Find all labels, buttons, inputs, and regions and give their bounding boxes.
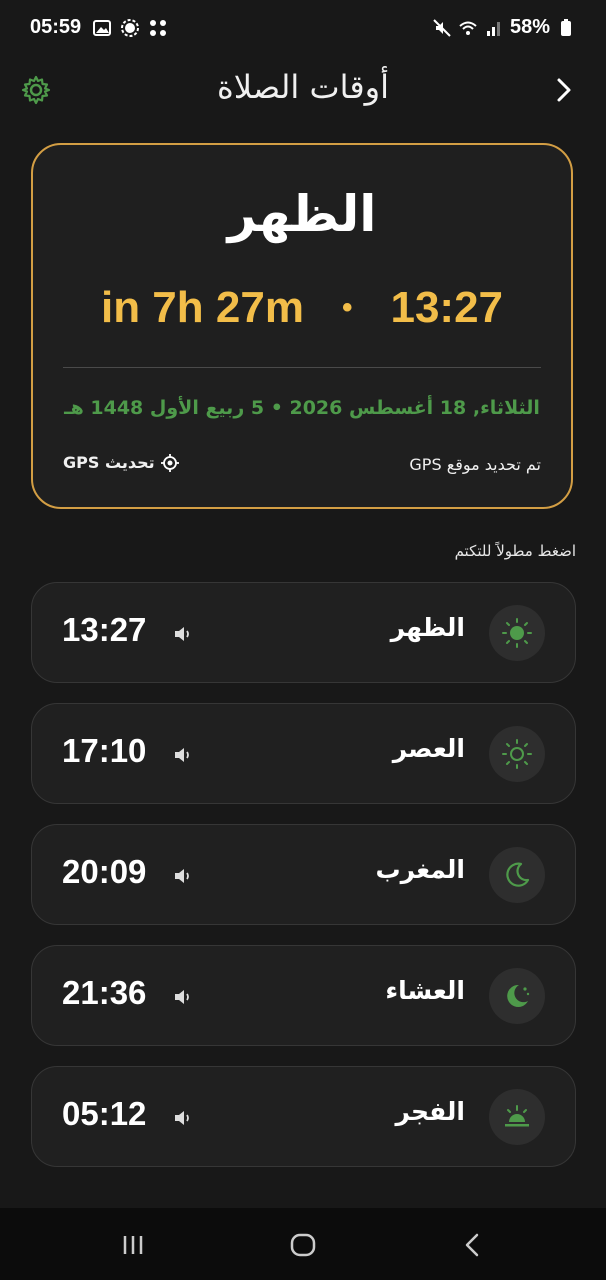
prayer-time: 13:27: [62, 611, 147, 648]
prayer-row-isha[interactable]: العشاء 21:36: [31, 945, 576, 1046]
speaker-icon[interactable]: [172, 744, 194, 766]
speaker-icon[interactable]: [172, 1107, 194, 1129]
chevron-right-icon[interactable]: [550, 76, 578, 104]
prayer-name: الظهر: [390, 613, 465, 642]
card-divider: [63, 367, 541, 368]
sun-outline-icon: [502, 739, 532, 769]
prayer-icon-badge: [489, 968, 545, 1024]
speaker-icon[interactable]: [172, 623, 194, 645]
back-nav-icon[interactable]: [458, 1230, 488, 1260]
date-line: الثلاثاء, 18 أغسطس 2026 • 5 ربيع الأول 1…: [64, 397, 540, 419]
prayer-list: الظهر 13:27 العصر 17:10 المغرب 20:09 الع…: [31, 582, 576, 1187]
page-title: أوقات الصلاة: [217, 68, 389, 106]
prayer-name: العشاء: [385, 976, 465, 1005]
prayer-time: 20:09: [62, 853, 147, 890]
prayer-icon-badge: [489, 847, 545, 903]
prayer-time: 17:10: [62, 732, 147, 769]
prayer-row-fajr[interactable]: الفجر 05:12: [31, 1066, 576, 1167]
prayer-icon-badge: [489, 726, 545, 782]
next-prayer-countdown: in 7h 27m: [100, 283, 304, 332]
moon-outline-icon: [506, 862, 530, 887]
status-bar: 05:59 58%: [0, 0, 606, 58]
app-header: أوقات الصلاة: [0, 62, 606, 118]
status-time: 05:59: [30, 16, 82, 38]
signal-icon: [486, 21, 500, 36]
prayer-time: 21:36: [62, 974, 147, 1011]
prayer-row-asr[interactable]: العصر 17:10: [31, 703, 576, 804]
next-prayer-card[interactable]: الظهر in 7h 27m • 13:27 الثلاثاء, 18 أغس…: [31, 143, 573, 509]
grid-icon: [150, 20, 166, 36]
system-nav-bar: [0, 1208, 606, 1280]
prayer-name: العصر: [392, 734, 465, 763]
separator-dot: •: [341, 291, 353, 324]
sunrise-icon: [505, 1105, 529, 1127]
status-left-icons: [92, 18, 168, 38]
moon-stars-icon: [507, 984, 530, 1007]
next-prayer-time: 13:27: [390, 283, 504, 332]
prayer-name: المغرب: [375, 855, 465, 884]
gps-refresh-button[interactable]: تحديث GPS: [63, 453, 179, 472]
prayer-row-maghrib[interactable]: المغرب 20:09: [31, 824, 576, 925]
brightness-icon: [121, 19, 139, 37]
next-prayer-row: in 7h 27m • 13:27: [33, 283, 571, 333]
sun-icon: [502, 618, 532, 648]
battery-icon: [561, 18, 571, 36]
gps-status: تم تحديد موقع GPS: [409, 455, 541, 474]
home-icon[interactable]: [288, 1230, 318, 1260]
next-prayer-name: الظهر: [227, 185, 377, 243]
gps-refresh-label: تحديث GPS: [63, 453, 155, 472]
wifi-icon: [459, 21, 477, 35]
prayer-icon-badge: [489, 1089, 545, 1145]
recent-apps-icon[interactable]: [118, 1230, 148, 1260]
image-icon: [93, 20, 111, 36]
prayer-icon-badge: [489, 605, 545, 661]
speaker-icon[interactable]: [172, 865, 194, 887]
speaker-icon[interactable]: [172, 986, 194, 1008]
prayer-time: 05:12: [62, 1095, 147, 1132]
prayer-name: الفجر: [395, 1097, 465, 1126]
prayer-row-dhuhr[interactable]: الظهر 13:27: [31, 582, 576, 683]
long-press-hint: اضغط مطولاً للتكتم: [454, 542, 576, 560]
mute-icon: [433, 18, 451, 37]
location-target-icon: [160, 453, 179, 472]
status-right: 58%: [432, 16, 576, 39]
battery-percent: 58%: [509, 16, 550, 38]
